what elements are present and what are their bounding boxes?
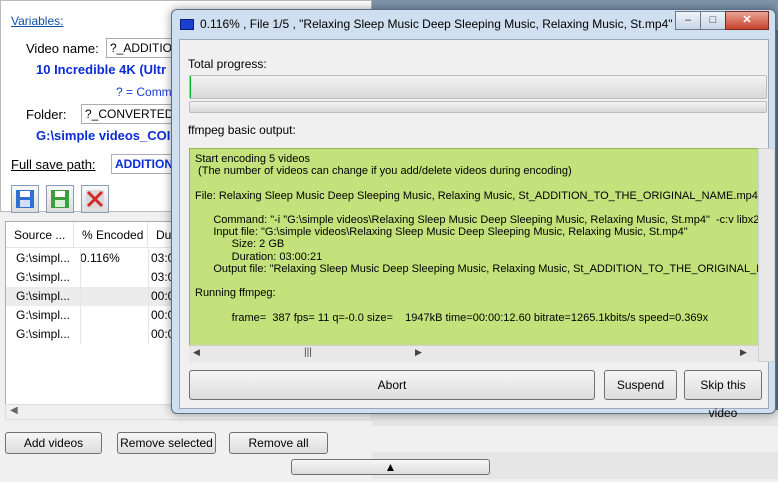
column-header-encoded[interactable]: % Encoded xyxy=(74,222,148,248)
output-line: Command: "-i "G:\simple videos\Relaxing … xyxy=(195,214,759,226)
app-icon xyxy=(180,19,194,30)
total-progress-fill xyxy=(190,76,191,98)
scroll-left-icon[interactable]: ◀ xyxy=(10,405,18,416)
row-source: G:\simpl... xyxy=(16,270,71,284)
row-encoded: 0.116% xyxy=(80,251,120,265)
floppy-icon xyxy=(16,190,34,208)
folder-preview: G:\simple videos_COI xyxy=(36,128,171,143)
full-save-path-field: ADDITION_ xyxy=(111,154,174,174)
column-header-source[interactable]: Source ... xyxy=(6,222,74,248)
maximize-button[interactable]: □ xyxy=(700,11,726,30)
delete-preset-button[interactable] xyxy=(81,185,109,213)
video-name-label: Video name: xyxy=(26,41,99,56)
abort-button[interactable]: Abort xyxy=(189,370,595,400)
file-progress-bar xyxy=(189,101,767,113)
row-source: G:\simpl... xyxy=(16,289,71,303)
row-source: G:\simpl... xyxy=(16,251,71,265)
dialog-title: 0.116% , File 1/5 , "Relaxing Sleep Musi… xyxy=(200,17,673,31)
save-as-icon xyxy=(51,190,69,208)
output-line: Start encoding 5 videos xyxy=(195,153,310,165)
expand-panel-button[interactable]: ▲ xyxy=(291,459,490,475)
save-as-button[interactable] xyxy=(46,185,74,213)
video-name-input[interactable]: ?_ADDITION xyxy=(106,38,174,58)
output-line: File: Relaxing Sleep Music Deep Sleeping… xyxy=(195,189,759,202)
dialog-client: Total progress: ffmpeg basic output: Sta… xyxy=(179,39,775,420)
folder-input[interactable]: ?_CONVERTED\ xyxy=(81,104,174,124)
output-vertical-scrollbar[interactable] xyxy=(758,148,775,362)
add-videos-button[interactable]: Add videos xyxy=(5,432,102,454)
chevron-up-icon: ▲ xyxy=(384,460,397,474)
total-progress-bar xyxy=(189,75,767,99)
output-line: frame= 387 fps= 11 q=-0.0 size= 1947kB t… xyxy=(195,311,709,324)
suspend-button[interactable]: Suspend xyxy=(604,370,677,400)
scroll-right-end-icon[interactable]: ▶ xyxy=(740,347,747,358)
row-source: G:\simpl... xyxy=(16,308,71,322)
output-horizontal-scrollbar[interactable]: ◀ ||| ▶ ▶ xyxy=(189,345,758,362)
output-line: Duration: 03:00:21 xyxy=(195,250,323,263)
comment-hint: ? = Comm xyxy=(116,85,172,99)
output-line: Input file: "G:\simple videos\Relaxing S… xyxy=(195,226,688,239)
dialog-titlebar[interactable]: 0.116% , File 1/5 , "Relaxing Sleep Musi… xyxy=(172,10,775,38)
scroll-grip-icon[interactable]: ||| xyxy=(304,347,312,358)
full-save-path-label: Full save path: xyxy=(11,157,96,172)
close-button[interactable]: ✕ xyxy=(725,11,769,30)
output-line: Size: 2 GB xyxy=(195,238,285,251)
delete-icon xyxy=(86,190,104,208)
folder-label: Folder: xyxy=(26,107,67,122)
encoding-dialog: 0.116% , File 1/5 , "Relaxing Sleep Musi… xyxy=(171,9,776,420)
row-source: G:\simpl... xyxy=(16,327,71,341)
ffmpeg-output-box[interactable]: Start encoding 5 videos (The number of v… xyxy=(189,148,759,362)
ffmpeg-output-label: ffmpeg basic output: xyxy=(188,123,296,137)
skip-video-button[interactable]: Skip this video xyxy=(684,370,762,420)
minimize-button[interactable]: – xyxy=(675,11,701,30)
scroll-left-icon[interactable]: ◀ xyxy=(193,347,200,358)
output-line: Output file: "Relaxing Sleep Music Deep … xyxy=(195,262,759,275)
total-progress-label: Total progress: xyxy=(188,57,267,71)
remove-selected-button[interactable]: Remove selected xyxy=(117,432,216,454)
save-button[interactable] xyxy=(11,185,39,213)
output-line: Running ffmpeg: xyxy=(195,287,276,300)
scroll-right-icon[interactable]: ▶ xyxy=(415,347,422,358)
variables-link[interactable]: Variables: xyxy=(11,14,63,28)
video-name-preview: 10 Incredible 4K (Ultr xyxy=(36,62,167,77)
output-line: (The number of videos can change if you … xyxy=(195,165,572,178)
remove-all-button[interactable]: Remove all xyxy=(229,432,328,454)
